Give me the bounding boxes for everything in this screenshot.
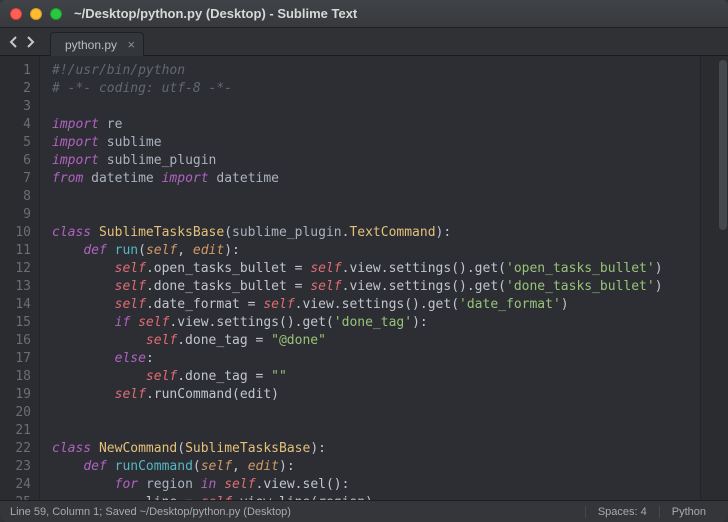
line-gutter: 1 2 3 4 5 6 7 8 9 10 11 12 13 14 15 16 1…	[0, 56, 40, 500]
file-tab[interactable]: python.py ×	[50, 32, 144, 56]
tab-label: python.py	[65, 38, 117, 52]
status-bar: Line 59, Column 1; Saved ~/Desktop/pytho…	[0, 500, 728, 522]
close-icon[interactable]	[10, 8, 22, 20]
maximize-icon[interactable]	[50, 8, 62, 20]
status-spaces[interactable]: Spaces: 4	[585, 506, 659, 518]
vertical-scrollbar[interactable]	[718, 56, 728, 500]
forward-icon[interactable]	[24, 36, 36, 48]
nav-arrows	[0, 36, 44, 48]
app-window: ~/Desktop/python.py (Desktop) - Sublime …	[0, 0, 728, 522]
back-icon[interactable]	[8, 36, 20, 48]
minimize-icon[interactable]	[30, 8, 42, 20]
status-syntax[interactable]: Python	[659, 506, 718, 518]
traffic-lights	[10, 8, 62, 20]
toolbar: python.py ×	[0, 28, 728, 56]
minimap[interactable]	[700, 56, 718, 500]
titlebar: ~/Desktop/python.py (Desktop) - Sublime …	[0, 0, 728, 28]
window-title: ~/Desktop/python.py (Desktop) - Sublime …	[74, 6, 357, 21]
tab-bar: python.py ×	[50, 28, 144, 55]
code-content[interactable]: #!/usr/bin/python # -*- coding: utf-8 -*…	[40, 56, 700, 500]
scrollbar-thumb[interactable]	[719, 60, 727, 230]
close-tab-icon[interactable]: ×	[127, 37, 135, 52]
status-message: Line 59, Column 1; Saved ~/Desktop/pytho…	[10, 506, 291, 518]
editor-area[interactable]: 1 2 3 4 5 6 7 8 9 10 11 12 13 14 15 16 1…	[0, 56, 728, 500]
